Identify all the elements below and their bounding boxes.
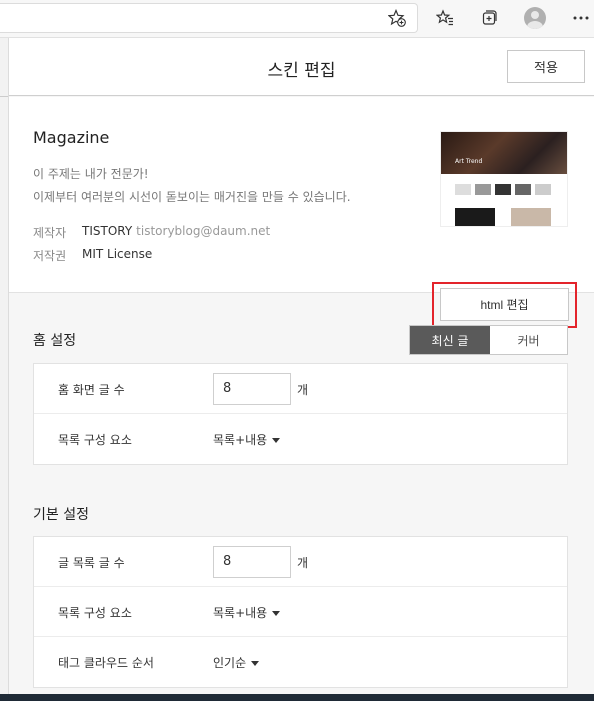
thumbnail-tile xyxy=(511,208,551,226)
collections-icon[interactable] xyxy=(478,7,500,29)
taskbar xyxy=(0,694,594,701)
setting-row: 홈 화면 글 수 8 개 xyxy=(34,364,567,414)
setting-row: 목록 구성 요소 목록+내용 xyxy=(34,587,567,637)
toggle-latest-posts[interactable]: 최신 글 xyxy=(410,326,490,354)
basic-settings-card: 글 목록 글 수 8 개 목록 구성 요소 목록+내용 태그 클라우드 순서 인… xyxy=(33,536,568,688)
maker-value: TISTORY tistoryblog@daum.net xyxy=(82,224,270,238)
home-settings-title: 홈 설정 xyxy=(33,333,77,349)
address-bar[interactable] xyxy=(0,3,418,33)
skin-info: Magazine 이 주제는 내가 전문가! 이제부터 여러분의 시선이 돋보이… xyxy=(9,97,594,328)
home-post-count-unit: 개 xyxy=(297,383,309,397)
maker-email: tistoryblog@daum.net xyxy=(136,224,271,238)
skin-description-line1: 이 주제는 내가 전문가! xyxy=(33,167,149,181)
tag-cloud-order-value: 인기순 xyxy=(213,656,247,670)
list-layout-select[interactable]: 목록+내용 xyxy=(213,604,281,621)
home-post-count-label: 홈 화면 글 수 xyxy=(58,383,125,397)
caret-down-icon xyxy=(272,611,281,616)
post-list-count-input[interactable]: 8 xyxy=(213,546,291,578)
list-layout-label: 목록 구성 요소 xyxy=(58,606,132,620)
home-list-layout-value: 목록+내용 xyxy=(213,433,268,447)
setting-row: 글 목록 글 수 8 개 xyxy=(34,537,567,587)
more-icon[interactable] xyxy=(570,7,592,29)
add-favorite-icon[interactable] xyxy=(386,7,408,29)
license-label: 저작권 xyxy=(33,249,67,263)
caret-down-icon xyxy=(272,438,281,443)
thumbnail-tile xyxy=(475,184,491,195)
toggle-cover[interactable]: 커버 xyxy=(490,326,567,354)
list-layout-value: 목록+내용 xyxy=(213,606,268,620)
background-page-edge xyxy=(0,38,9,701)
skin-description-line2: 이제부터 여러분의 시선이 돋보이는 매거진을 만들 수 있습니다. xyxy=(33,190,351,204)
thumbnail-tile xyxy=(535,184,551,195)
maker-name: TISTORY xyxy=(82,224,133,238)
thumbnail-tile xyxy=(455,184,471,195)
panel-header: 스킨 편집 적용 xyxy=(9,38,594,96)
home-list-layout-label: 목록 구성 요소 xyxy=(58,433,132,447)
home-list-layout-select[interactable]: 목록+내용 xyxy=(213,431,281,448)
home-mode-toggle: 최신 글 커버 xyxy=(409,325,568,355)
skin-name: Magazine xyxy=(33,128,110,147)
browser-toolbar xyxy=(0,0,594,38)
tag-cloud-order-label: 태그 클라우드 순서 xyxy=(58,656,154,670)
thumbnail-hero-image: Art Trend xyxy=(441,132,567,174)
thumbnail-tile xyxy=(515,184,531,195)
setting-row: 목록 구성 요소 목록+내용 xyxy=(34,414,567,464)
thumbnail-tile xyxy=(495,184,511,195)
post-list-count-unit: 개 xyxy=(297,556,309,570)
home-post-count-input[interactable]: 8 xyxy=(213,373,291,405)
home-settings-card: 홈 화면 글 수 8 개 목록 구성 요소 목록+내용 xyxy=(33,363,568,465)
basic-settings-title: 기본 설정 xyxy=(33,507,89,523)
license-value: MIT License xyxy=(82,247,153,261)
html-edit-button[interactable]: html 편집 xyxy=(440,288,569,321)
apply-button[interactable]: 적용 xyxy=(507,50,585,83)
caret-down-icon xyxy=(251,661,260,666)
maker-label: 제작자 xyxy=(33,226,67,240)
post-list-count-label: 글 목록 글 수 xyxy=(58,556,125,570)
skin-thumbnail: Art Trend xyxy=(440,131,568,227)
favorites-icon[interactable] xyxy=(434,7,456,29)
thumbnail-caption: Art Trend xyxy=(455,158,483,165)
tag-cloud-order-select[interactable]: 인기순 xyxy=(213,654,260,671)
setting-row: 태그 클라우드 순서 인기순 xyxy=(34,637,567,687)
profile-icon[interactable] xyxy=(524,7,546,29)
avatar[interactable] xyxy=(524,7,546,29)
divider xyxy=(0,96,8,97)
skin-edit-panel: 스킨 편집 적용 Magazine 이 주제는 내가 전문가! 이제부터 여러분… xyxy=(9,38,594,701)
thumbnail-tile xyxy=(455,208,495,226)
